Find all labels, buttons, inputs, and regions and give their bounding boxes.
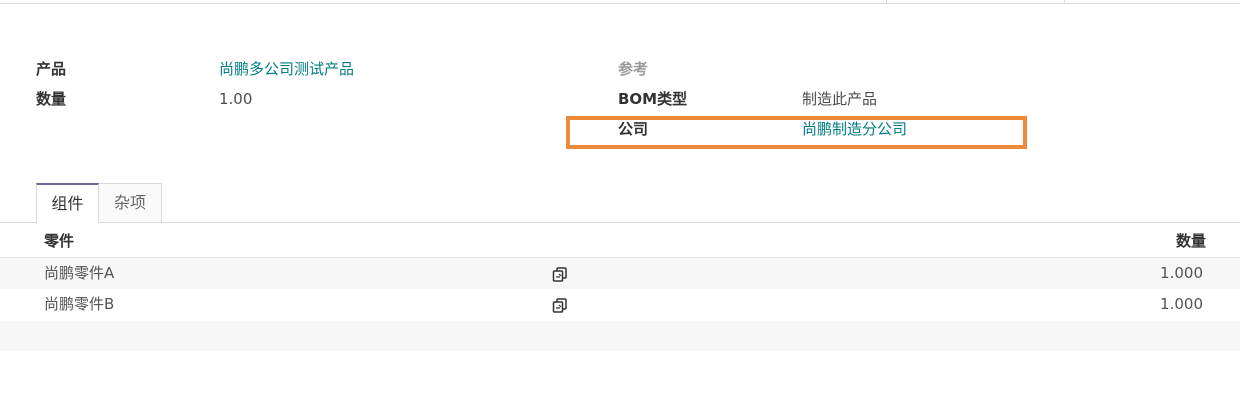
table-row[interactable]: 尚鹏零件A 1.000	[0, 258, 1240, 289]
divider	[1064, 0, 1065, 4]
bom-type-label: BOM类型	[618, 90, 688, 108]
company-highlight-box	[566, 116, 1027, 149]
quantity-label: 数量	[36, 90, 67, 108]
product-label: 产品	[36, 60, 67, 78]
notebook-tabs: 组件 杂项	[0, 183, 1240, 224]
component-quantity[interactable]: 1.000	[1160, 294, 1203, 314]
top-border	[0, 0, 1240, 4]
column-header-component[interactable]: 零件	[44, 231, 74, 251]
copy-icon[interactable]	[551, 296, 569, 314]
column-header-quantity[interactable]: 数量	[1176, 231, 1206, 251]
table-header: 零件 数量	[0, 224, 1240, 258]
component-name: 尚鹏零件B	[44, 295, 115, 313]
product-link[interactable]: 尚鹏多公司测试产品	[219, 59, 354, 79]
quantity-value[interactable]: 1.00	[219, 89, 252, 109]
table-row-empty	[0, 321, 1240, 351]
tab-components[interactable]: 组件	[36, 183, 99, 224]
table-row[interactable]: 尚鹏零件B 1.000	[0, 289, 1240, 320]
tab-miscellaneous[interactable]: 杂项	[99, 183, 162, 223]
copy-icon[interactable]	[551, 265, 569, 283]
reference-label: 参考	[618, 60, 649, 78]
component-name: 尚鹏零件A	[44, 264, 115, 282]
component-quantity[interactable]: 1.000	[1160, 263, 1203, 283]
divider	[886, 0, 887, 4]
bom-type-value[interactable]: 制造此产品	[802, 89, 877, 109]
